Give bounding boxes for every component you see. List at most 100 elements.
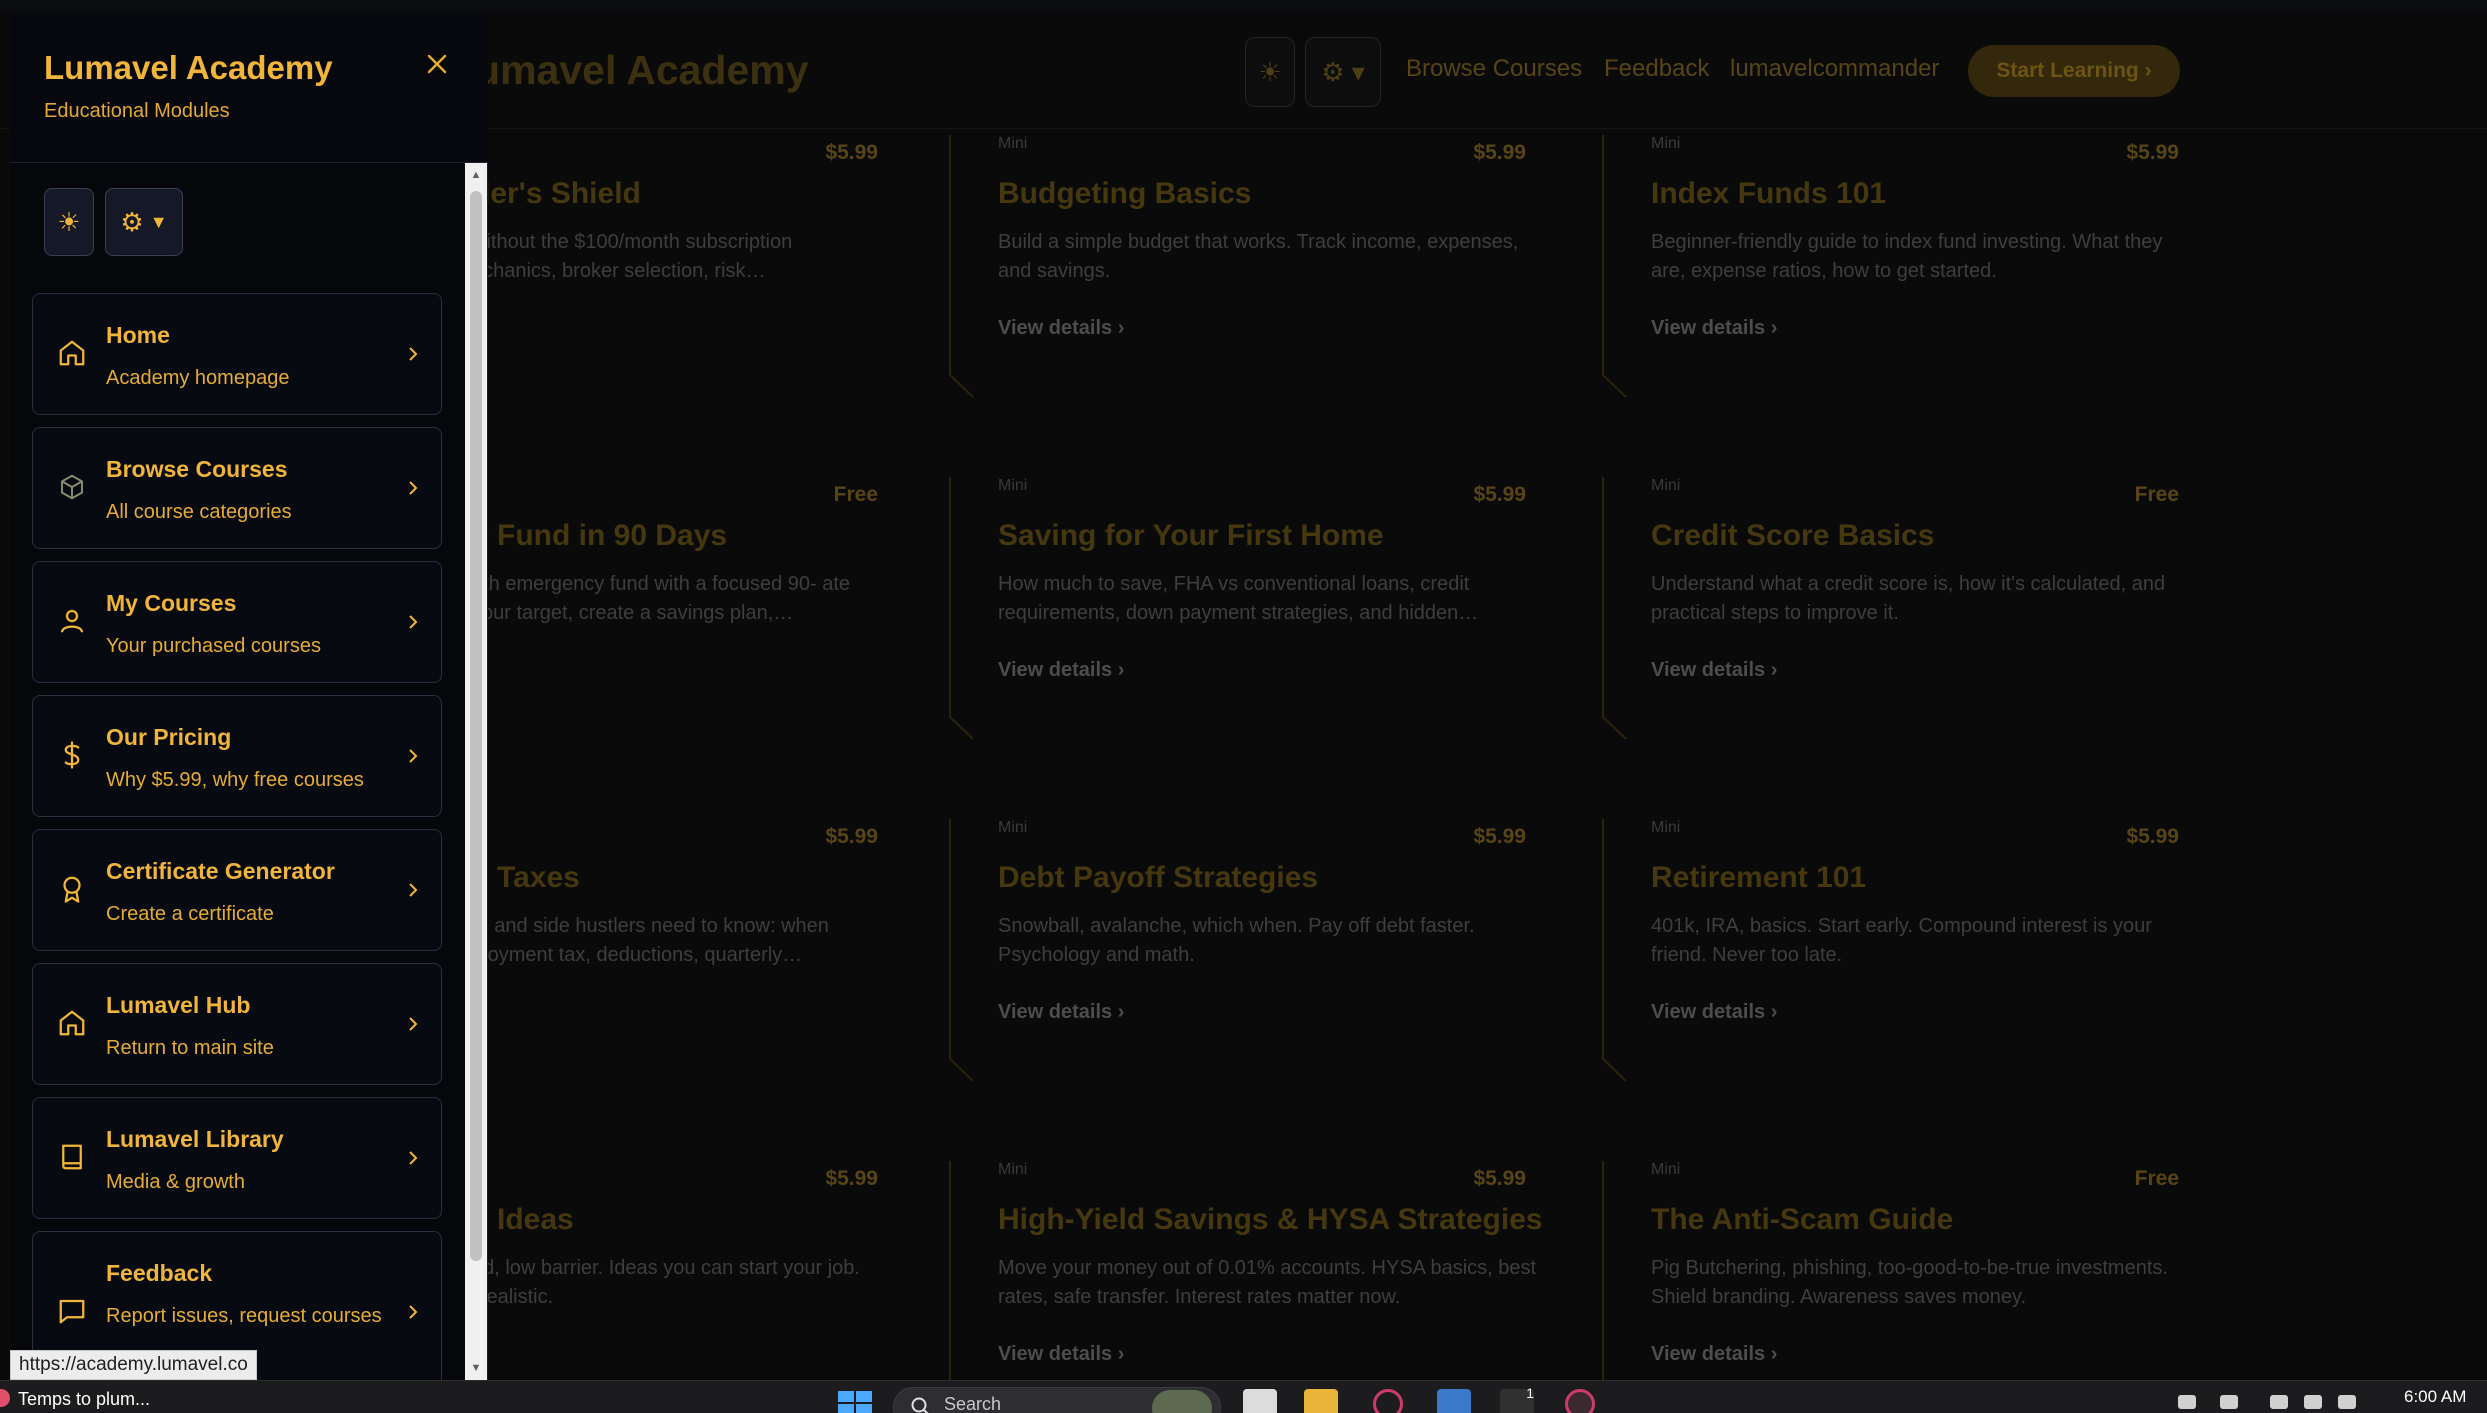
opera-browser-icon[interactable] (1373, 1389, 1403, 1413)
card-title: The Anti-Scam Guide (1651, 1203, 1954, 1236)
network-icon[interactable] (2270, 1395, 2288, 1409)
drawer-item-our-pricing[interactable]: Our Pricing Why $5.99, why free courses (32, 695, 442, 817)
drawer-item-my-courses[interactable]: My Courses Your purchased courses (32, 561, 442, 683)
drawer-scrollbar[interactable]: ▲ ▼ (465, 163, 487, 1380)
header-link-feedback[interactable]: Feedback (1604, 55, 1709, 83)
drawer-item-certificate-generator[interactable]: Certificate Generator Create a certifica… (32, 829, 442, 951)
card-description: Snowball, avalanche, which when. Pay off… (998, 915, 1475, 966)
search-icon (911, 1397, 929, 1413)
card-description: ed, low barrier. Ideas you can start you… (472, 1257, 860, 1308)
card-frame-accent (949, 477, 974, 740)
chevron-right-icon (407, 1012, 421, 1036)
course-card[interactable]: Mini $5.99 Index Funds 101 Beginner-frie… (1601, 135, 2201, 435)
browser-top-edge (0, 0, 2487, 13)
theme-dropdown-button[interactable]: ⚙ ▾ (1305, 37, 1381, 107)
weather-widget[interactable]: Temps to plum... (18, 1389, 150, 1410)
view-details-link[interactable]: View details › (1651, 317, 1777, 340)
chevron-right-icon (407, 1300, 421, 1324)
browser-viewport: Lumavel Academy ☀ ⚙ ▾ Browse Courses Fee… (0, 13, 2487, 1380)
close-drawer-button[interactable] (418, 45, 456, 83)
taskbar-search[interactable]: Search (893, 1387, 1221, 1413)
taskbar-clock[interactable]: 6:00 AM (2404, 1387, 2466, 1407)
close-icon (427, 54, 447, 74)
course-card[interactable]: Mini $5.99 Budgeting Basics Build a simp… (948, 135, 1548, 435)
card-price: Free (2134, 1167, 2179, 1190)
drawer-item-description: Return to main site (106, 1037, 274, 1059)
header-link-browse[interactable]: Browse Courses (1406, 55, 1582, 83)
file-explorer-icon[interactable] (1304, 1389, 1338, 1413)
course-card[interactable]: Mini Free The Anti-Scam Guide Pig Butche… (1601, 1161, 2201, 1380)
sun-icon[interactable]: ☀ (1245, 37, 1295, 107)
card-description: Build a simple budget that works. Track … (998, 231, 1519, 282)
drawer-item-label: Browse Courses (106, 456, 288, 482)
view-details-link[interactable]: View details › (1651, 1001, 1777, 1024)
task-view-icon[interactable] (1243, 1389, 1277, 1413)
card-tier: Mini (1651, 1161, 1681, 1178)
header-user[interactable]: lumavelcommander (1730, 55, 1939, 83)
scrollbar-thumb[interactable] (470, 191, 482, 1261)
battery-icon[interactable] (2338, 1395, 2356, 1409)
course-card[interactable]: Mini Free Credit Score Basics Understand… (1601, 477, 2201, 777)
drawer-item-lumavel-library[interactable]: Lumavel Library Media & growth (32, 1097, 442, 1219)
drawer-item-description: Why $5.99, why free courses (106, 769, 364, 791)
view-details-label: View details (1651, 1343, 1766, 1365)
card-description: Pig Butchering, phishing, too-good-to-be… (1651, 1257, 2168, 1308)
card-price: $5.99 (2126, 141, 2179, 164)
drawer-title: Lumavel Academy (44, 49, 333, 86)
start-learning-button[interactable]: Start Learning › (1968, 45, 2180, 97)
drawer-item-lumavel-hub[interactable]: Lumavel Hub Return to main site (32, 963, 442, 1085)
card-frame-accent (949, 819, 974, 1082)
card-tier: Mini (998, 135, 1028, 152)
volume-icon[interactable] (2304, 1395, 2322, 1409)
home-icon (55, 336, 89, 370)
tray-app-icon[interactable] (2220, 1395, 2238, 1409)
view-details-link[interactable]: View details › (998, 317, 1124, 340)
course-card[interactable]: Mini $5.99 High-Yield Savings & HYSA Str… (948, 1161, 1548, 1380)
tray-overflow-icon[interactable] (2178, 1395, 2196, 1409)
view-details-link[interactable]: View details › (1651, 659, 1777, 682)
scroll-up-arrow[interactable]: ▲ (465, 165, 487, 185)
view-details-link[interactable]: View details › (998, 1343, 1124, 1366)
view-details-label: View details (998, 659, 1113, 681)
drawer-item-label: Lumavel Library (106, 1126, 284, 1152)
card-frame-accent (1602, 477, 1627, 740)
course-card[interactable]: Mini $5.99 Retirement 101 401k, IRA, bas… (1601, 819, 2201, 1119)
card-description: 401k, IRA, basics. Start early. Compound… (1651, 915, 2152, 966)
card-price: $5.99 (1473, 1167, 1526, 1190)
scroll-down-arrow[interactable]: ▼ (465, 1358, 487, 1378)
drawer-body: ☀ ⚙ ▼ Home Academy homepage Browse Course… (10, 163, 465, 1380)
card-tier: Mini (1651, 819, 1681, 836)
card-frame-accent (949, 135, 974, 398)
drawer-item-browse-courses[interactable]: Browse Courses All course categories (32, 427, 442, 549)
card-title: der's Shield (472, 177, 641, 210)
view-details-link[interactable]: View details › (1651, 1343, 1777, 1366)
card-frame-accent (949, 1161, 951, 1380)
course-card[interactable]: Mini $5.99 Debt Payoff Strategies Snowba… (948, 819, 1548, 1119)
course-card[interactable]: Mini $5.99 Saving for Your First Home Ho… (948, 477, 1548, 777)
app-icon-with-badge[interactable]: 1 (1500, 1385, 1534, 1413)
card-title: Index Funds 101 (1651, 177, 1887, 210)
card-description: rs and side hustlers need to know: when … (472, 915, 829, 966)
search-highlight-image (1152, 1390, 1212, 1413)
view-details-label: View details (998, 1343, 1113, 1365)
windows-start-icon[interactable] (838, 1391, 872, 1413)
card-description: Beginner-friendly guide to index fund in… (1651, 231, 2163, 282)
theme-dropdown-button[interactable]: ⚙ ▼ (105, 188, 183, 256)
light-mode-button[interactable]: ☀ (44, 188, 94, 256)
site-brand[interactable]: Lumavel Academy (450, 47, 809, 94)
opera-gx-browser-icon[interactable] (1565, 1389, 1595, 1413)
drawer-item-label: My Courses (106, 590, 237, 616)
drawer-header: Lumavel Academy Educational Modules (10, 13, 488, 163)
drawer-item-label: Certificate Generator (106, 858, 335, 884)
weather-icon[interactable] (0, 1389, 10, 1407)
card-title: e Taxes (472, 861, 580, 894)
drawer-item-description: Media & growth (106, 1171, 245, 1193)
view-details-link[interactable]: View details › (998, 1001, 1124, 1024)
drawer-item-description: Academy homepage (106, 367, 290, 389)
card-description: Understand what a credit score is, how i… (1651, 573, 2166, 624)
cube-icon (55, 470, 89, 504)
drawer-subtitle: Educational Modules (44, 100, 230, 122)
view-details-link[interactable]: View details › (998, 659, 1124, 682)
app-icon[interactable] (1437, 1389, 1471, 1413)
drawer-item-home[interactable]: Home Academy homepage (32, 293, 442, 415)
